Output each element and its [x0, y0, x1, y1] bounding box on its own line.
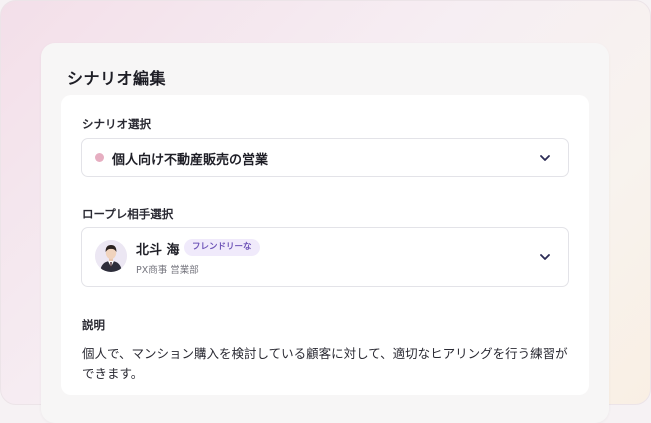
avatar [95, 240, 127, 272]
description-label: 説明 [82, 318, 105, 332]
partner-select[interactable]: 北斗 海 フレンドリーな PX商事 営業部 [81, 227, 569, 287]
scenario-form-card: シナリオ選択 個人向け不動産販売の営業 ロープレ相手選択 北斗 海 フレンドリー… [61, 95, 589, 395]
page-title: シナリオ編集 [67, 69, 167, 88]
scenario-select-value: 個人向け不動産販売の営業 [112, 153, 269, 168]
scenario-status-dot [95, 153, 104, 162]
partner-affiliation: PX商事 営業部 [136, 265, 199, 276]
chevron-down-icon [540, 254, 550, 260]
partner-select-label: ロープレ相手選択 [82, 207, 174, 221]
description-text: 個人で、マンション購入を検討している顧客に対して、適切なヒアリングを行う練習がで… [82, 346, 568, 381]
personality-badge: フレンドリーな [184, 239, 260, 256]
scenario-select-label: シナリオ選択 [82, 117, 151, 131]
scenario-select[interactable]: 個人向け不動産販売の営業 [81, 138, 569, 177]
chevron-down-icon [540, 154, 550, 161]
partner-name: 北斗 海 [136, 243, 180, 258]
scenario-edit-panel: シナリオ編集 シナリオ選択 個人向け不動産販売の営業 ロープレ相手選択 北斗 海… [41, 43, 609, 423]
